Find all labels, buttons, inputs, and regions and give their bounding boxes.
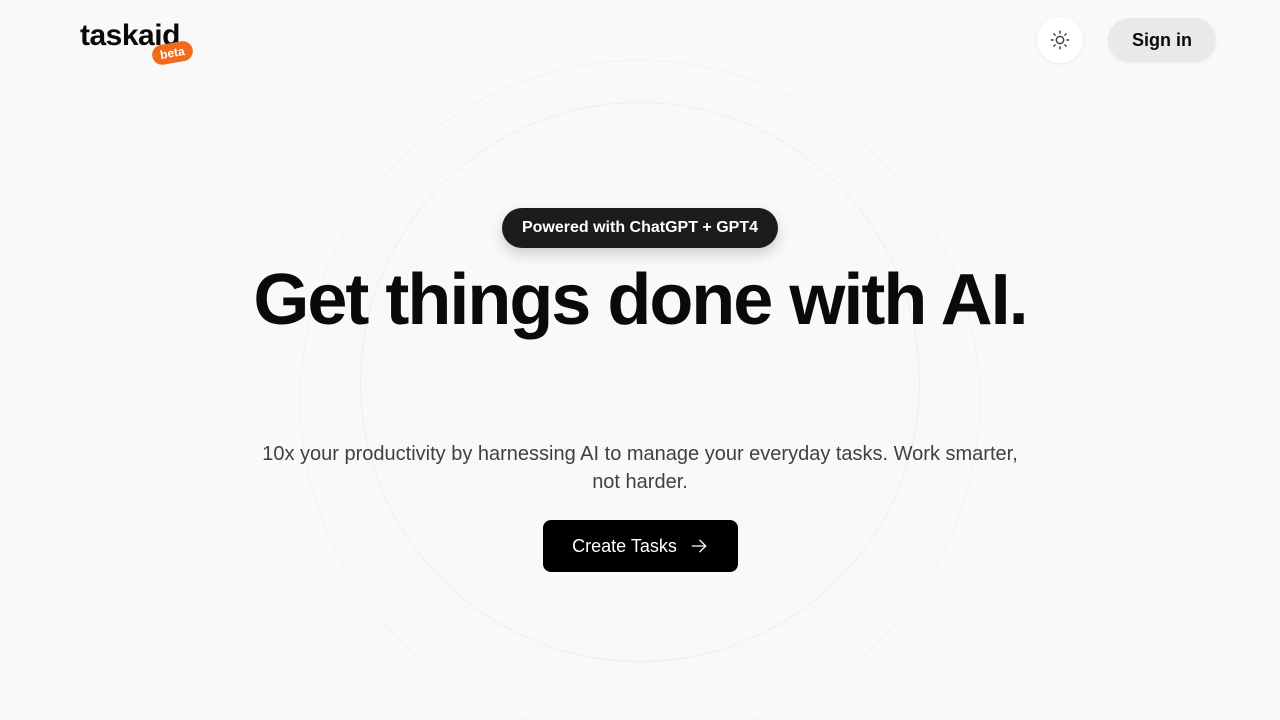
sun-icon xyxy=(1050,30,1070,50)
create-tasks-label: Create Tasks xyxy=(572,535,677,556)
powered-by-badge: Powered with ChatGPT + GPT4 xyxy=(502,208,778,248)
background-ring-outer xyxy=(300,60,980,720)
site-header: taskaid beta Sign in xyxy=(0,0,1280,80)
theme-toggle-button[interactable] xyxy=(1037,17,1083,63)
arrow-right-icon xyxy=(691,539,707,553)
background-ring-inner xyxy=(360,102,920,662)
landing-page: taskaid beta Sign in Powered with ChatGP… xyxy=(0,0,1280,720)
sign-in-button[interactable]: Sign in xyxy=(1108,18,1216,62)
hero-subtitle: 10x your productivity by harnessing AI t… xyxy=(262,443,1018,493)
hero-title: Get things done with AI. xyxy=(253,260,1028,340)
create-tasks-button[interactable]: Create Tasks xyxy=(543,520,738,572)
